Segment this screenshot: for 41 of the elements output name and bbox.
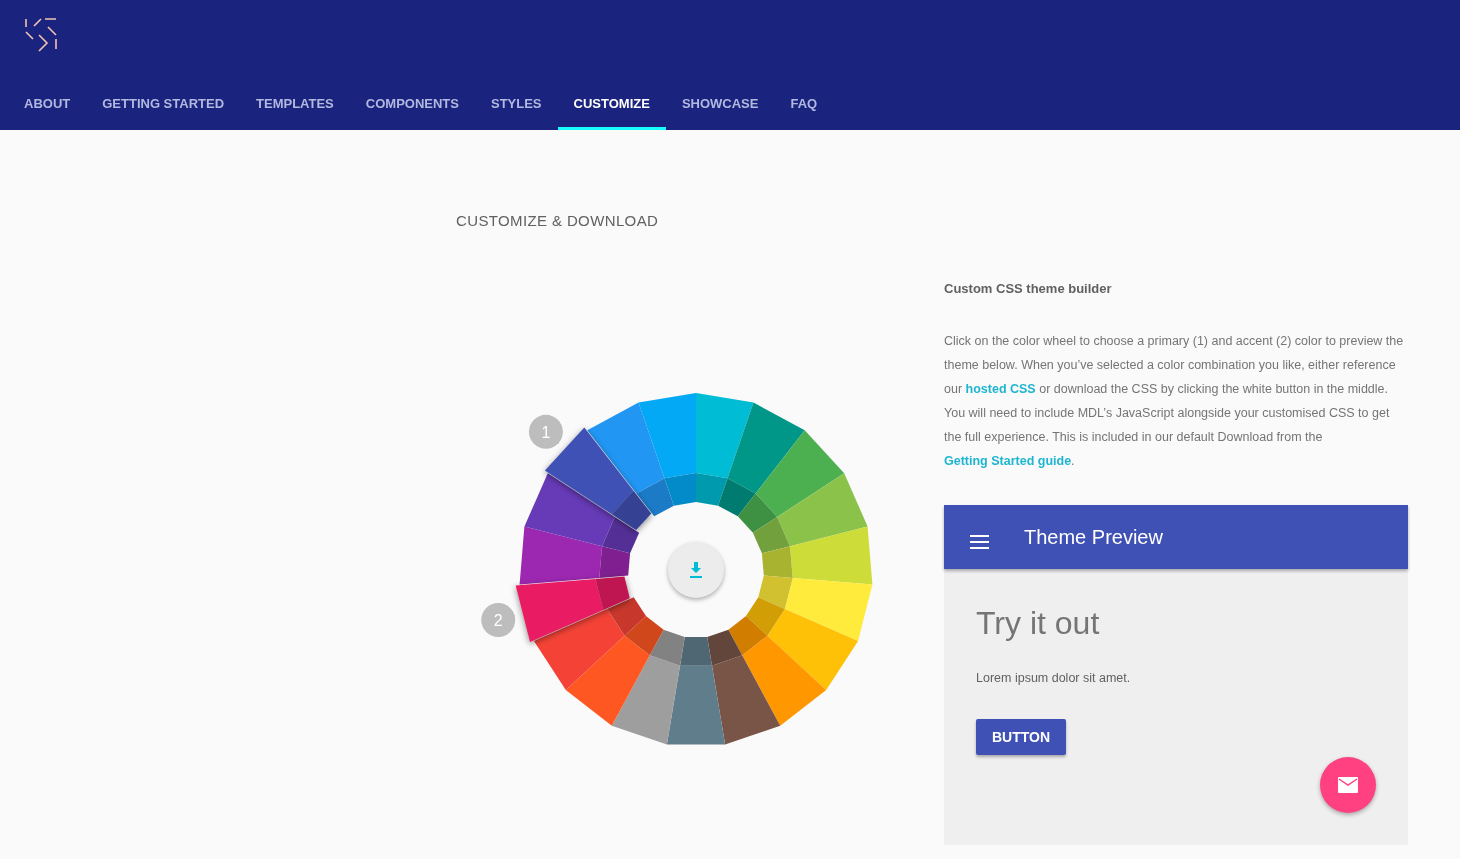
page-heading: CUSTOMIZE & DOWNLOAD: [456, 211, 660, 231]
color-wheel-segment[interactable]: [718, 402, 805, 516]
color-wheel-segment[interactable]: [638, 392, 696, 506]
color-wheel-segment[interactable]: [666, 636, 726, 745]
color-wheel-segment[interactable]: [746, 596, 859, 690]
nav-tab[interactable]: FAQ: [774, 80, 834, 130]
nav-tab[interactable]: COMPONENTS: [349, 80, 475, 130]
color-wheel-segment[interactable]: [758, 575, 873, 641]
nav-tab[interactable]: TEMPLATES: [240, 80, 350, 130]
menu-icon[interactable]: [970, 534, 989, 549]
preview-title: Theme Preview: [1024, 524, 1163, 550]
nav-tab[interactable]: GETTING STARTED: [86, 80, 241, 130]
color-wheel-segment[interactable]: [565, 615, 664, 726]
color-marker: 1: [528, 414, 563, 449]
color-wheel-segment[interactable]: [587, 402, 674, 516]
nav-tab[interactable]: CUSTOMIZE: [557, 80, 666, 130]
nav-tab[interactable]: ABOUT: [8, 80, 87, 130]
preview-headline: Try it out: [976, 603, 1100, 643]
color-wheel-segment[interactable]: [544, 427, 652, 530]
color-wheel-segment[interactable]: [707, 629, 781, 745]
color-wheel-segment[interactable]: [524, 472, 640, 553]
color-wheel-segment[interactable]: [519, 526, 631, 585]
color-wheel-segment[interactable]: [728, 615, 827, 726]
nav-tab[interactable]: STYLES: [474, 80, 558, 130]
color-wheel-segment[interactable]: [696, 392, 754, 506]
mail-fab[interactable]: [1320, 756, 1376, 813]
section-title: Custom CSS theme builder: [944, 280, 1113, 298]
download-icon: [687, 560, 705, 579]
color-wheel-segment[interactable]: [515, 576, 630, 642]
logo-icon[interactable]: [24, 17, 60, 53]
preview-button[interactable]: BUTTON: [976, 719, 1067, 756]
color-wheel-segment[interactable]: [611, 629, 685, 745]
preview-body-text: Lorem ipsum dolor sit amet.: [976, 669, 1131, 687]
color-wheel-segment[interactable]: [761, 526, 873, 585]
description-paragraph: Click on the color wheel to choose a primary (1) and accent (2) color to preview the theme below. When you’ve selected a color combination you like, either reference our hosted CSS or download the CSS by clicking the white button in the middle. You will need to include MDL’s JavaScript alongside your customised CSS to get the full experience. This is included in our default Download from the Getting Started guide.: [944, 332, 1405, 470]
color-marker: 2: [481, 602, 516, 637]
nav-tab[interactable]: SHOWCASE: [665, 80, 775, 130]
color-wheel-segment[interactable]: [737, 429, 845, 533]
mail-icon: [1338, 776, 1358, 793]
color-wheel-segment[interactable]: [752, 472, 868, 553]
color-wheel-segment[interactable]: [533, 596, 646, 690]
